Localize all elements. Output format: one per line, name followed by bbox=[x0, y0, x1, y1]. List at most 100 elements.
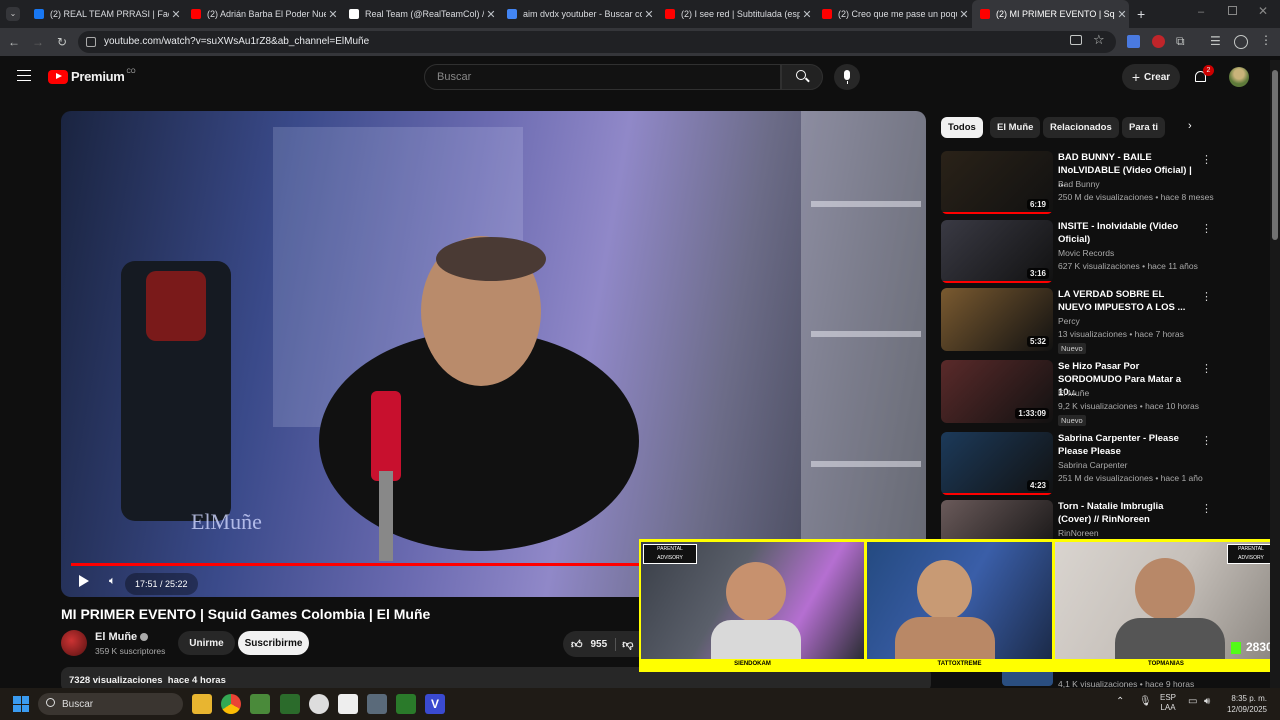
lang-indicator[interactable]: ESP LAA bbox=[1160, 693, 1176, 713]
mic-icon bbox=[844, 70, 850, 80]
browser-tab[interactable]: (2) Creo que me pase un poquito ✕ bbox=[814, 0, 971, 28]
search-box[interactable] bbox=[424, 64, 781, 90]
tab-close-icon[interactable]: ✕ bbox=[800, 8, 814, 21]
recommendation-thumbnail[interactable]: 4:23 bbox=[941, 432, 1053, 495]
maximize-icon[interactable] bbox=[1228, 6, 1237, 15]
browser-tab[interactable]: Real Team (@RealTeamCol) / X ✕ bbox=[341, 0, 498, 28]
new-tab-button[interactable]: + bbox=[1137, 6, 1145, 22]
filter-chip[interactable]: Relacionados bbox=[1043, 117, 1119, 138]
browser-tab[interactable]: (2) MI PRIMER EVENTO | Squid ✕ bbox=[972, 0, 1129, 28]
taskbar-search[interactable]: Buscar bbox=[38, 693, 183, 715]
more-options-icon[interactable]: ⋮ bbox=[1201, 153, 1212, 166]
voice-search-button[interactable] bbox=[834, 64, 860, 90]
recommendation-item[interactable]: 5:32 LA VERDAD SOBRE EL NUEVO IMPUESTO A … bbox=[941, 288, 1212, 354]
account-avatar[interactable] bbox=[1229, 67, 1249, 87]
more-options-icon[interactable]: ⋮ bbox=[1201, 290, 1212, 303]
extension-icon[interactable] bbox=[1152, 35, 1165, 48]
profile-icon[interactable] bbox=[1234, 35, 1248, 49]
calculator-icon[interactable] bbox=[367, 694, 387, 714]
recommendation-thumbnail[interactable]: 1:33:09 bbox=[941, 360, 1053, 423]
chrome-icon[interactable] bbox=[221, 694, 241, 714]
tab-close-icon[interactable]: ✕ bbox=[326, 8, 340, 21]
new-badge: Nuevo bbox=[1058, 415, 1086, 426]
hamburger-menu-icon[interactable] bbox=[17, 70, 31, 81]
volume-icon[interactable]: 🔈︎ bbox=[109, 575, 116, 588]
install-app-icon[interactable] bbox=[1070, 35, 1082, 45]
app-icon-green-play[interactable] bbox=[396, 694, 416, 714]
youtube-logo[interactable]: Premium CO bbox=[48, 69, 136, 84]
more-options-icon[interactable]: ⋮ bbox=[1201, 222, 1212, 235]
browser-menu-icon[interactable]: ⋮ bbox=[1260, 33, 1272, 47]
channel-avatar[interactable] bbox=[61, 630, 87, 656]
play-button[interactable] bbox=[79, 575, 89, 587]
join-button[interactable]: Unirme bbox=[178, 631, 235, 655]
filter-chip[interactable]: El Muñe bbox=[990, 117, 1041, 138]
reading-list-icon[interactable]: ☰ bbox=[1210, 34, 1221, 48]
more-options-icon[interactable]: ⋮ bbox=[1201, 362, 1212, 375]
notifications-button[interactable]: 2 bbox=[1193, 65, 1214, 85]
file-explorer-icon[interactable] bbox=[192, 694, 212, 714]
app-icon-g[interactable] bbox=[309, 694, 329, 714]
volume-tray-icon[interactable]: 🔊︎ bbox=[1204, 696, 1210, 707]
recommendation-channel[interactable]: Movic Records bbox=[1058, 248, 1114, 258]
filter-chip[interactable]: Todos bbox=[941, 117, 983, 138]
filter-chip[interactable]: Para ti bbox=[1122, 117, 1166, 138]
chips-next-icon[interactable]: › bbox=[1188, 120, 1192, 132]
more-options-icon[interactable]: ⋮ bbox=[1201, 502, 1212, 515]
puzzle-extensions-icon[interactable]: ⧉ bbox=[1176, 34, 1185, 49]
subscribe-button[interactable]: Suscribirme bbox=[238, 631, 309, 655]
tray-chevron-icon[interactable]: ⌃ bbox=[1116, 696, 1124, 707]
channel-name[interactable]: El Muñe bbox=[95, 631, 149, 643]
recommendation-channel[interactable]: RinNoreen bbox=[1058, 528, 1099, 538]
browser-tab[interactable]: (2) I see red | Subtitulada (español)✕ bbox=[657, 0, 814, 28]
browser-tab[interactable]: (2) Adrián Barba El Poder Nuestro✕ bbox=[183, 0, 340, 28]
tab-close-icon[interactable]: ✕ bbox=[642, 8, 656, 21]
page-scrollbar[interactable] bbox=[1270, 60, 1280, 688]
recommendation-channel[interactable]: Sabrina Carpenter bbox=[1058, 460, 1127, 470]
minecraft-icon[interactable] bbox=[250, 694, 270, 714]
windows-start-icon[interactable] bbox=[13, 696, 29, 712]
network-icon[interactable]: ▭ bbox=[1188, 696, 1197, 707]
browser-tab[interactable]: (2) REAL TEAM PRRASI | Facebook✕ bbox=[26, 0, 183, 28]
recommendation-thumbnail[interactable]: 6:19 bbox=[941, 151, 1053, 214]
recommendation-item[interactable]: 3:16 INSITE - Inolvidable (Video Oficial)… bbox=[941, 220, 1212, 286]
tab-close-icon[interactable]: ✕ bbox=[484, 8, 498, 21]
create-button[interactable]: + Crear bbox=[1122, 64, 1180, 90]
recommendation-channel[interactable]: Percy bbox=[1058, 316, 1080, 326]
recommendation-item[interactable]: 6:19 BAD BUNNY - BAILE INoLVIDABLE (Video… bbox=[941, 151, 1214, 217]
recommendation-channel[interactable]: El Muñe bbox=[1058, 388, 1089, 398]
recommendation-title: Sabrina Carpenter - Please Please Please bbox=[1058, 433, 1179, 457]
forward-icon[interactable]: → bbox=[30, 34, 46, 50]
recommendation-item[interactable]: 1:33:09 Se Hizo Pasar Por SORDOMUDO Para … bbox=[941, 360, 1212, 426]
browser-tab[interactable]: aim dvdx youtuber - Buscar con Google✕ bbox=[499, 0, 656, 28]
site-info-icon[interactable] bbox=[86, 37, 96, 47]
time-display: 17:51 / 25:22 bbox=[125, 573, 198, 595]
more-options-icon[interactable]: ⋮ bbox=[1201, 434, 1212, 447]
tray-mic-icon[interactable]: 🎙︎ bbox=[1139, 696, 1152, 707]
thumbs-down-icon[interactable]: 👎︎ bbox=[615, 637, 633, 651]
xbox-icon[interactable] bbox=[280, 694, 300, 714]
recommendation-channel[interactable]: Bad Bunny bbox=[1058, 179, 1100, 189]
minimize-icon[interactable]: – bbox=[1198, 6, 1204, 18]
video-player[interactable]: ElMuñe 🔈︎ 17:51 / 25:22 bbox=[61, 111, 926, 597]
close-window-icon[interactable]: ✕ bbox=[1258, 4, 1268, 18]
search-input[interactable] bbox=[425, 65, 780, 89]
app-icon-v[interactable]: V bbox=[425, 694, 445, 714]
clock[interactable]: 8:35 p. m. 12/09/2025 bbox=[1225, 693, 1267, 715]
recommendation-thumbnail[interactable]: 3:16 bbox=[941, 220, 1053, 283]
app-icon-document[interactable] bbox=[338, 694, 358, 714]
tab-close-icon[interactable]: ✕ bbox=[169, 8, 183, 21]
recommendation-thumbnail[interactable]: 5:32 bbox=[941, 288, 1053, 351]
tab-close-icon[interactable]: ✕ bbox=[957, 8, 971, 21]
bookmark-star-icon[interactable]: ☆ bbox=[1093, 32, 1105, 48]
address-bar[interactable]: youtube.com/watch?v=suXWsAu1rZ8&ab_chann… bbox=[78, 31, 1116, 53]
translate-extension-icon[interactable] bbox=[1127, 35, 1140, 48]
search-button[interactable] bbox=[781, 64, 823, 90]
recommendation-item[interactable]: 4:23 Sabrina Carpenter - Please Please Pl… bbox=[941, 432, 1212, 498]
reload-icon[interactable]: ↻ bbox=[54, 34, 70, 50]
scrollbar-thumb[interactable] bbox=[1272, 70, 1278, 240]
back-icon[interactable]: ← bbox=[6, 34, 22, 50]
tab-close-icon[interactable]: ✕ bbox=[1115, 8, 1129, 21]
hidden-recommendation-thumb[interactable] bbox=[1002, 672, 1053, 686]
tab-list-icon[interactable]: ⌄ bbox=[6, 7, 20, 21]
